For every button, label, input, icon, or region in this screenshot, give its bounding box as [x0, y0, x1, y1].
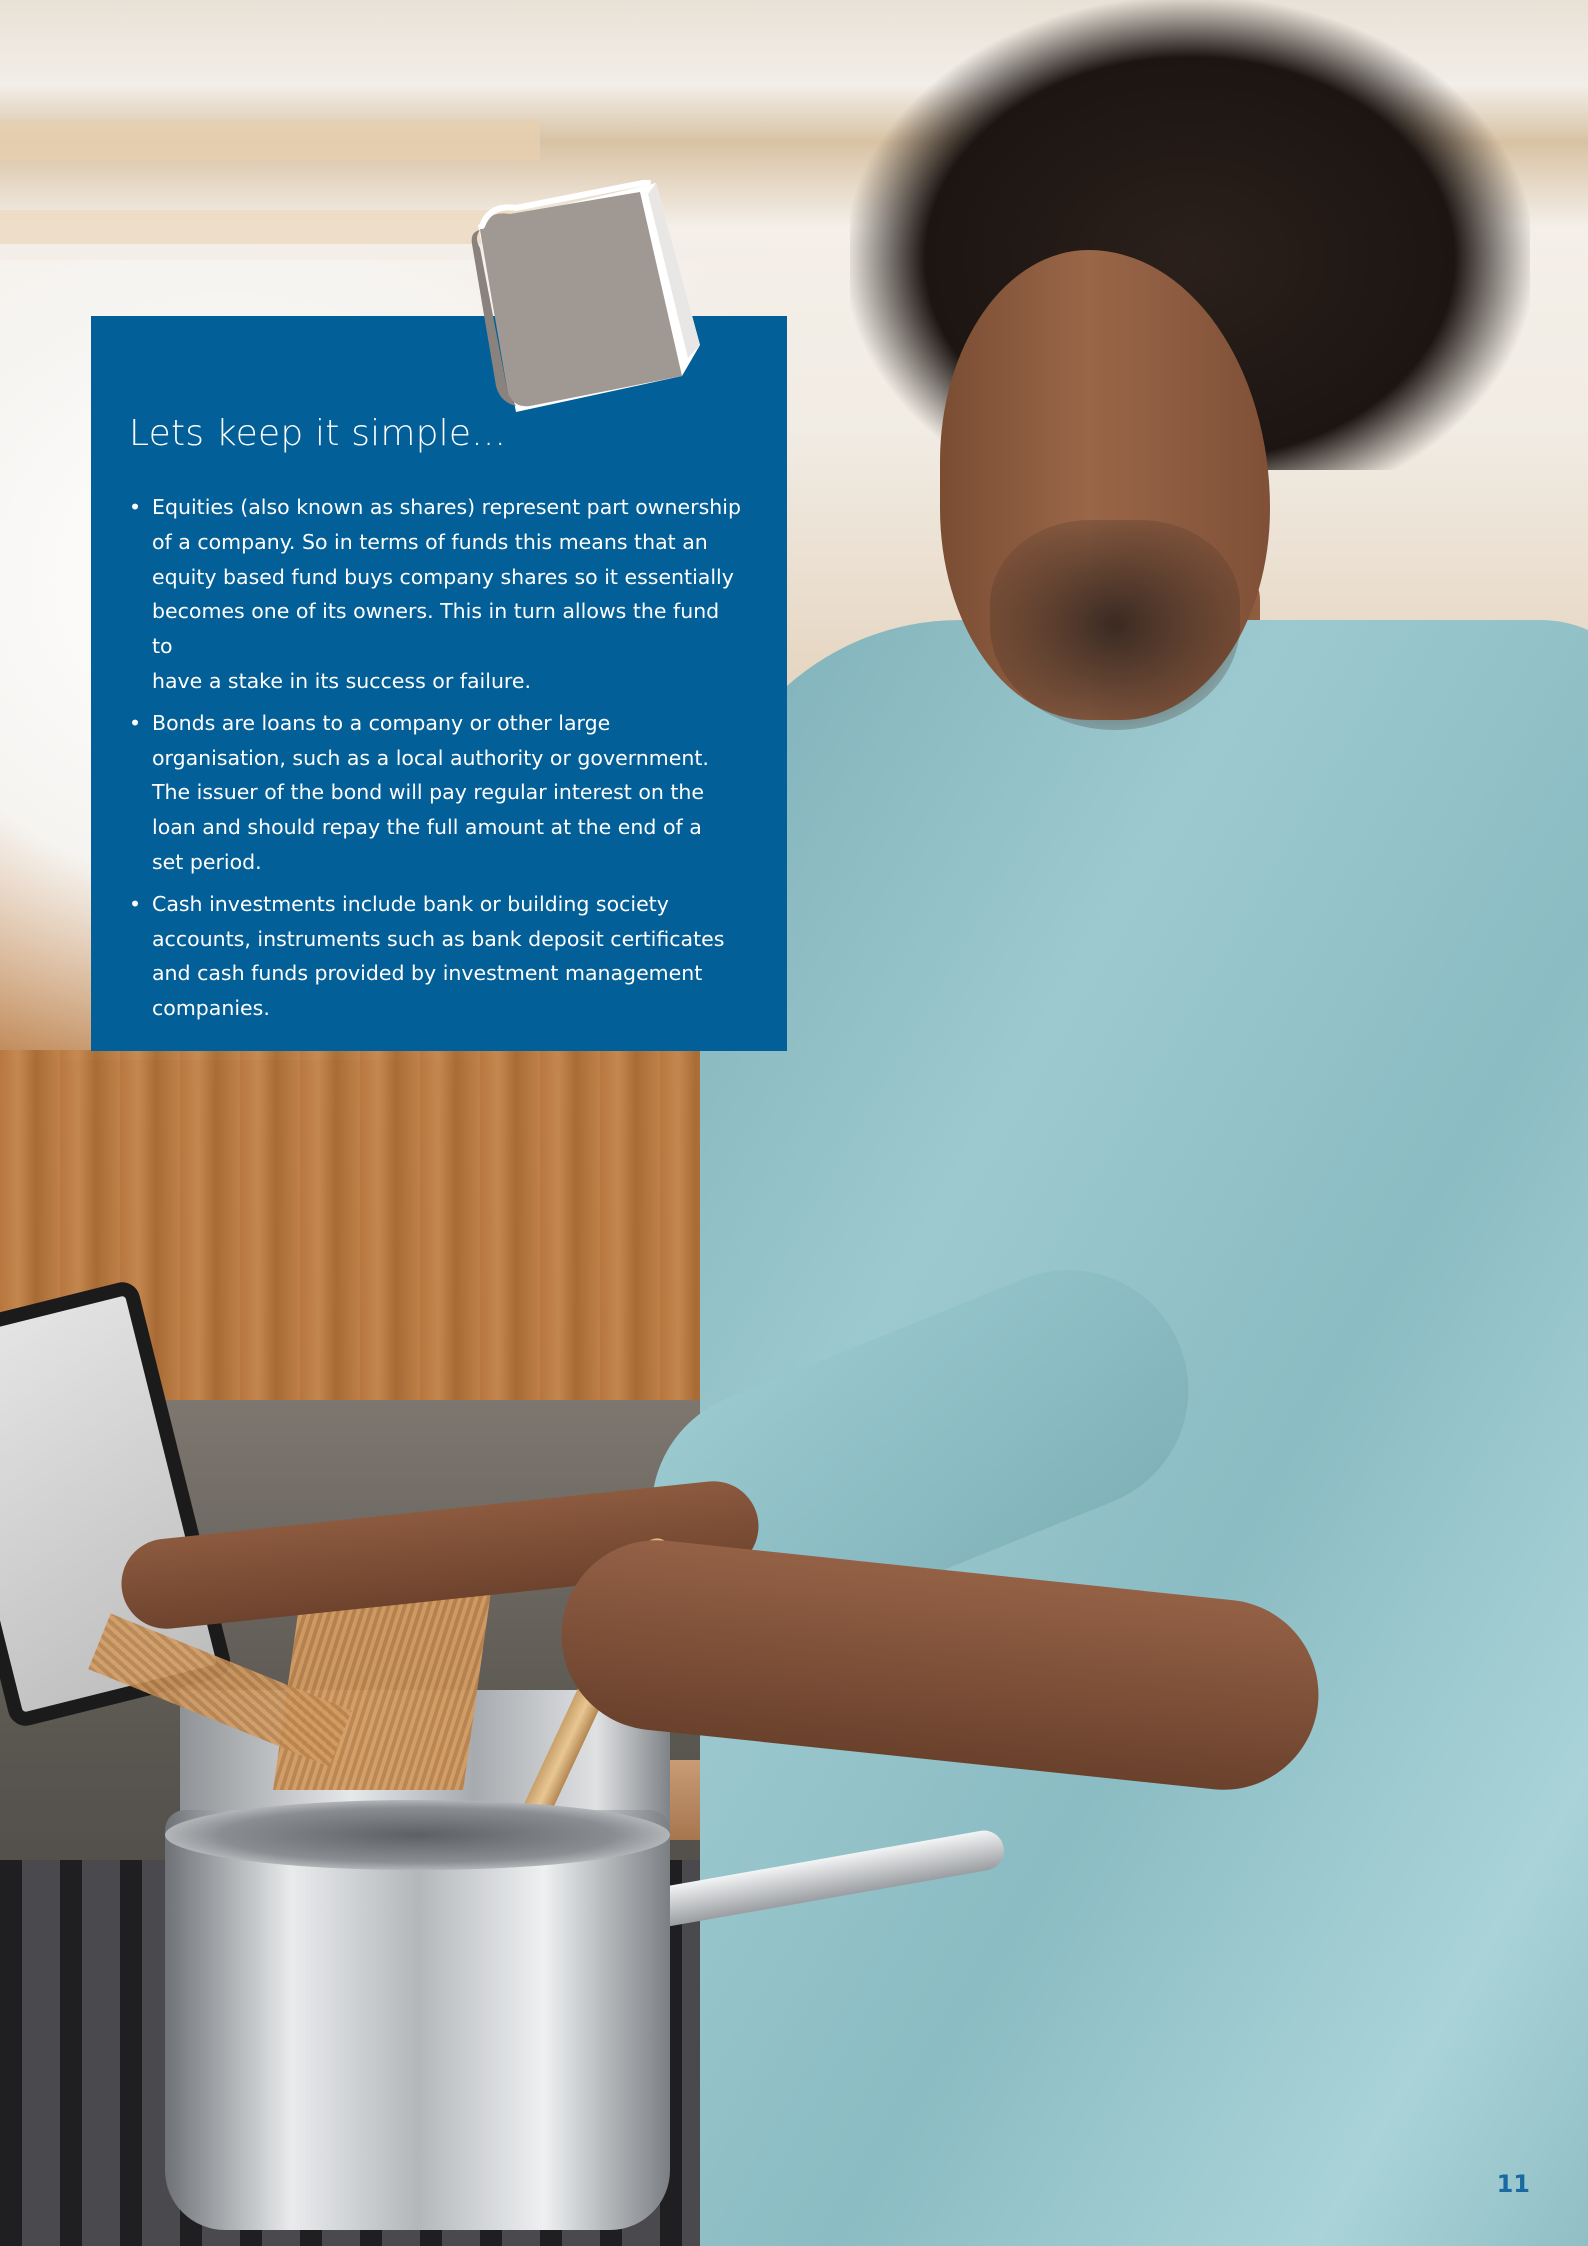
book-icon [471, 180, 700, 412]
bullet-line: set period. [152, 849, 262, 874]
page-number: 11 [1496, 2170, 1530, 2198]
cooking-pot-front [165, 1810, 670, 2230]
bullet-line: companies. [152, 996, 270, 1021]
bullet-item-cash: • Cash investments include bank or build… [129, 887, 743, 1026]
bullet-line: of a company. So in terms of funds this … [152, 529, 708, 554]
document-page: Lets keep it simple... • Equities (also … [0, 0, 1588, 2246]
bullet-line: The issuer of the bond will pay regular … [152, 780, 705, 805]
bullet-dot: • [129, 891, 142, 916]
bullet-line: organisation, such as a local authority … [152, 745, 709, 770]
bullet-item-equities: • Equities (also known as shares) repres… [129, 490, 743, 699]
bullet-line: becomes one of its owners. This in turn … [152, 599, 720, 659]
bullet-line: have a stake in its success or failure. [152, 668, 532, 693]
bullet-line: Equities (also known as shares) represen… [152, 495, 741, 519]
bullet-item-bonds: • Bonds are loans to a company or other … [129, 706, 743, 880]
ceiling-beam [0, 120, 540, 160]
bullet-line: loan and should repay the full amount at… [152, 815, 702, 840]
bullet-dot: • [129, 495, 142, 519]
ceiling-beam [0, 210, 540, 244]
bullet-line: equity based fund buys company shares so… [152, 564, 734, 589]
info-box: Lets keep it simple... • Equities (also … [91, 316, 787, 1051]
bullet-line: and cash funds provided by investment ma… [152, 961, 703, 986]
pot-rim [165, 1800, 670, 1870]
bullet-line: Cash investments include bank or buildin… [152, 891, 669, 916]
person-beard [990, 520, 1240, 730]
bullet-line: accounts, instruments such as bank depos… [152, 926, 725, 951]
bullet-dot: • [129, 710, 142, 735]
bullet-list: • Equities (also known as shares) repres… [129, 490, 743, 1026]
bullet-line: Bonds are loans to a company or other la… [152, 710, 611, 735]
